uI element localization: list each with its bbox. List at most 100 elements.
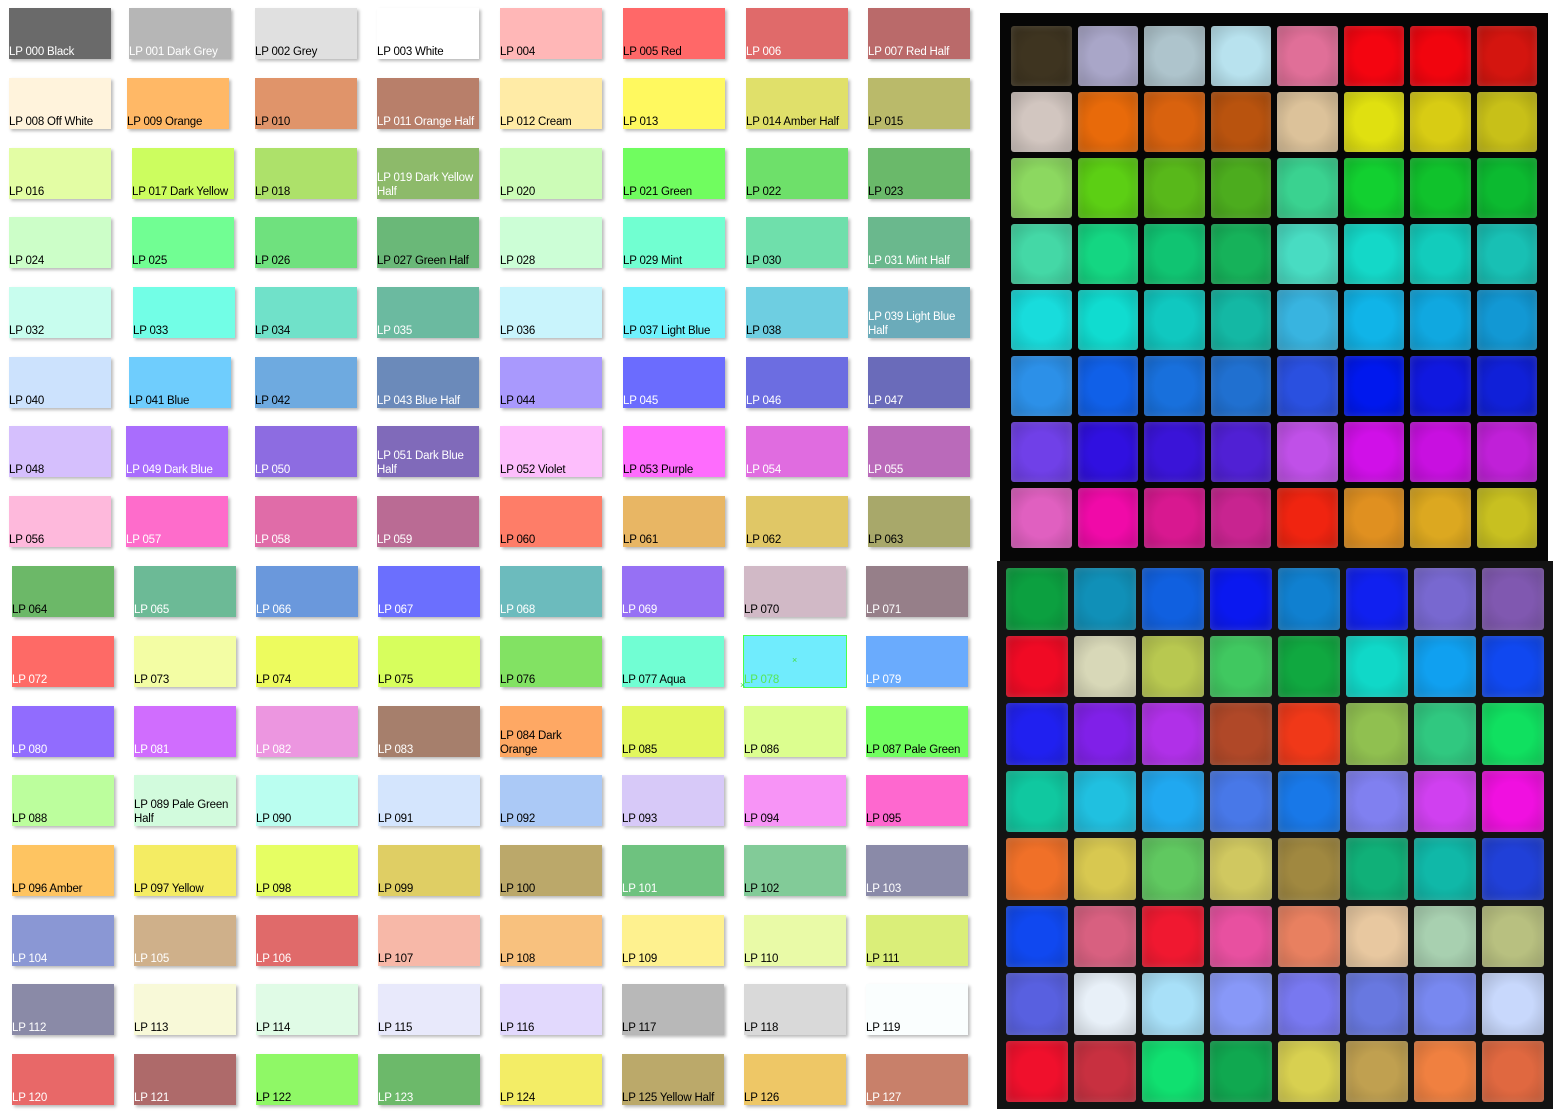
color-swatch[interactable]: LP 010 <box>255 78 357 129</box>
color-swatch[interactable]: LP 096 Amber <box>12 845 114 896</box>
color-swatch[interactable]: LP 024 <box>9 217 111 268</box>
color-swatch[interactable]: LP 068 <box>500 566 602 617</box>
color-swatch[interactable]: LP 076 <box>500 636 602 687</box>
color-swatch[interactable]: LP 125 Yellow Half <box>622 1054 724 1105</box>
color-swatch[interactable]: LP 008 Off White <box>9 78 111 129</box>
color-swatch[interactable]: LP 051 Dark Blue Half <box>377 426 479 477</box>
color-swatch[interactable]: LP 031 Mint Half <box>868 217 970 268</box>
color-swatch[interactable]: LP 004 <box>500 8 602 59</box>
color-swatch[interactable]: LP 003 White <box>377 8 479 59</box>
color-swatch[interactable]: LP 099 <box>378 845 480 896</box>
color-swatch[interactable]: LP 032 <box>9 287 111 338</box>
color-swatch[interactable]: LP 000 Black <box>9 8 111 59</box>
color-swatch[interactable]: LP 002 Grey <box>255 8 357 59</box>
color-swatch[interactable]: LP 072 <box>12 636 114 687</box>
color-swatch[interactable]: LP 098 <box>256 845 358 896</box>
color-swatch[interactable]: LP 074 <box>256 636 358 687</box>
color-swatch[interactable]: LP 054 <box>746 426 848 477</box>
color-swatch[interactable]: LP 042 <box>255 357 357 408</box>
color-swatch[interactable]: LP 057 <box>126 496 228 547</box>
color-swatch[interactable]: LP 103 <box>866 845 968 896</box>
color-swatch[interactable]: LP 050 <box>255 426 357 477</box>
color-swatch[interactable]: LP 090 <box>256 775 358 826</box>
color-swatch[interactable]: LP 036 <box>500 287 602 338</box>
color-swatch[interactable]: LP 117 <box>622 984 724 1035</box>
color-swatch[interactable]: LP 019 Dark Yellow Half <box>377 148 479 199</box>
color-swatch[interactable]: LP 034 <box>255 287 357 338</box>
color-swatch[interactable]: LP 121 <box>134 1054 236 1105</box>
color-swatch[interactable]: LP 026 <box>255 217 357 268</box>
color-swatch[interactable]: LP 009 Orange <box>127 78 229 129</box>
color-swatch[interactable]: LP 014 Amber Half <box>746 78 848 129</box>
color-swatch[interactable]: LP 094 <box>744 775 846 826</box>
color-swatch[interactable]: LP 033 <box>133 287 235 338</box>
color-swatch[interactable]: LP 028 <box>500 217 602 268</box>
color-swatch[interactable]: LP 045 <box>623 357 725 408</box>
color-swatch[interactable]: LP 035 <box>377 287 479 338</box>
color-swatch[interactable]: LP 018 <box>255 148 357 199</box>
color-swatch[interactable]: LP 012 Cream <box>500 78 602 129</box>
color-swatch[interactable]: LP 089 Pale Green Half <box>134 775 236 826</box>
color-swatch[interactable]: LP 110 <box>744 915 846 966</box>
color-swatch[interactable]: LP 059 <box>377 496 479 547</box>
color-swatch[interactable]: LP 058 <box>255 496 357 547</box>
color-swatch[interactable]: LP 064 <box>12 566 114 617</box>
color-swatch[interactable]: LP 087 Pale Green <box>866 706 968 757</box>
color-swatch[interactable]: LP 060 <box>500 496 602 547</box>
color-swatch[interactable]: LP 105 <box>134 915 236 966</box>
color-swatch[interactable]: LP 084 Dark Orange <box>500 706 602 757</box>
color-swatch[interactable]: LP 093 <box>622 775 724 826</box>
color-swatch[interactable]: LP 104 <box>12 915 114 966</box>
color-swatch[interactable]: LP 043 Blue Half <box>377 357 479 408</box>
color-swatch[interactable]: LP 077 Aqua <box>622 636 724 687</box>
color-swatch[interactable]: LP 078 × × <box>740 635 847 690</box>
color-swatch[interactable]: LP 085 <box>622 706 724 757</box>
color-swatch[interactable]: LP 061 <box>623 496 725 547</box>
color-swatch[interactable]: LP 065 <box>134 566 236 617</box>
color-swatch[interactable]: LP 030 <box>746 217 848 268</box>
color-swatch[interactable]: LP 112 <box>12 984 114 1035</box>
color-swatch[interactable]: LP 097 Yellow <box>134 845 236 896</box>
color-swatch[interactable]: LP 017 Dark Yellow <box>132 148 234 199</box>
color-swatch[interactable]: LP 063 <box>868 496 970 547</box>
color-swatch[interactable]: LP 013 <box>623 78 725 129</box>
color-swatch[interactable]: LP 116 <box>500 984 602 1035</box>
color-swatch[interactable]: LP 016 <box>9 148 111 199</box>
color-swatch[interactable]: LP 044 <box>500 357 602 408</box>
color-swatch[interactable]: LP 107 <box>378 915 480 966</box>
color-swatch[interactable]: LP 120 <box>12 1054 114 1105</box>
color-swatch[interactable]: LP 081 <box>134 706 236 757</box>
color-swatch[interactable]: LP 095 <box>866 775 968 826</box>
color-swatch[interactable]: LP 067 <box>378 566 480 617</box>
color-swatch[interactable]: LP 041 Blue <box>129 357 231 408</box>
color-swatch[interactable]: LP 124 <box>500 1054 602 1105</box>
color-swatch[interactable]: LP 025 <box>132 217 234 268</box>
color-swatch[interactable]: LP 052 Violet <box>500 426 602 477</box>
color-swatch[interactable]: LP 038 <box>746 287 848 338</box>
color-swatch[interactable]: LP 073 <box>134 636 236 687</box>
color-swatch[interactable]: LP 023 <box>868 148 970 199</box>
color-swatch[interactable]: LP 001 Dark Grey <box>129 8 231 59</box>
color-swatch[interactable]: LP 066 <box>256 566 358 617</box>
color-swatch[interactable]: LP 101 <box>622 845 724 896</box>
color-swatch[interactable]: LP 070 <box>744 566 846 617</box>
color-swatch[interactable]: LP 082 <box>256 706 358 757</box>
color-swatch[interactable]: LP 049 Dark Blue <box>126 426 228 477</box>
color-swatch[interactable]: LP 118 <box>744 984 846 1035</box>
color-swatch[interactable]: LP 048 <box>9 426 111 477</box>
color-swatch[interactable]: LP 011 Orange Half <box>377 78 479 129</box>
color-swatch[interactable]: LP 100 <box>500 845 602 896</box>
color-swatch[interactable]: LP 123 <box>378 1054 480 1105</box>
color-swatch[interactable]: LP 039 Light Blue Half <box>868 287 970 338</box>
color-swatch[interactable]: LP 126 <box>744 1054 846 1105</box>
color-swatch[interactable]: LP 047 <box>868 357 970 408</box>
color-swatch[interactable]: LP 037 Light Blue <box>623 287 725 338</box>
color-swatch[interactable]: LP 021 Green <box>623 148 725 199</box>
color-swatch[interactable]: LP 088 <box>12 775 114 826</box>
color-swatch[interactable]: LP 091 <box>378 775 480 826</box>
color-swatch[interactable]: LP 062 <box>746 496 848 547</box>
color-swatch[interactable]: LP 029 Mint <box>623 217 725 268</box>
color-swatch[interactable]: LP 109 <box>622 915 724 966</box>
color-swatch[interactable]: LP 114 <box>256 984 358 1035</box>
color-swatch[interactable]: LP 005 Red <box>623 8 725 59</box>
